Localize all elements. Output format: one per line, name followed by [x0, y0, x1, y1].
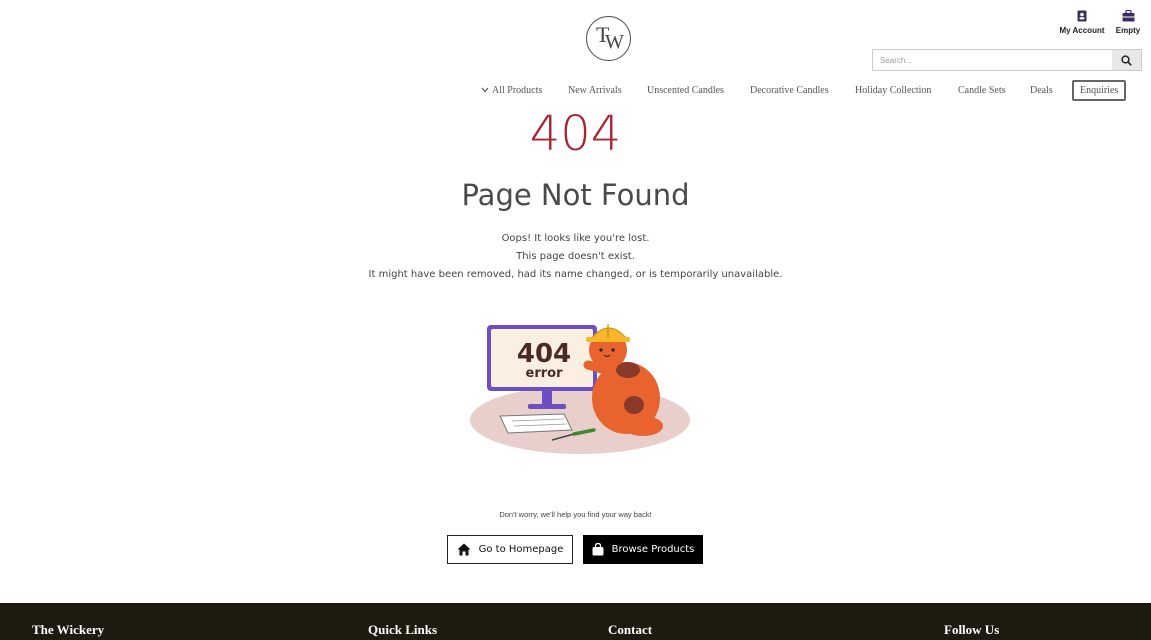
error-message-line-1: Oops! It looks like you're lost.	[501, 233, 650, 244]
cart-label: Empty	[1115, 26, 1141, 35]
search-input[interactable]	[873, 50, 1113, 70]
my-account-link[interactable]: My Account	[1058, 10, 1106, 35]
account-icon	[1077, 10, 1087, 22]
nav-item-new-arrivals[interactable]: New Arrivals	[568, 85, 622, 96]
search-icon	[1121, 54, 1132, 66]
keyboard	[499, 413, 573, 434]
nav-label: All Products	[492, 85, 543, 96]
footer-heading-brand: The Wickery	[32, 622, 105, 637]
footer-heading-contact: Contact	[608, 622, 653, 637]
site-logo[interactable]: T W	[586, 16, 631, 61]
nav-item-candle-sets[interactable]: Candle Sets	[958, 85, 1006, 96]
page-title: Page Not Found	[461, 178, 690, 212]
error-message-line-2: This page doesn't exist.	[516, 251, 635, 262]
briefcase-icon	[1122, 10, 1134, 22]
nav-item-unscented-candles[interactable]: Unscented Candles	[647, 85, 724, 96]
illustration-404-text: 404	[517, 339, 571, 369]
home-button-label: Go to Homepage	[478, 544, 564, 555]
illustration-error-text: error	[526, 366, 564, 381]
site-footer: The Wickery Quick Links Contact Follow U…	[0, 603, 1151, 640]
nav-item-enquiries[interactable]: Enquiries	[1072, 80, 1127, 101]
search-bar	[872, 49, 1142, 71]
browse-button-label: Browse Products	[611, 544, 695, 555]
footer-heading-quick-links: Quick Links	[368, 622, 438, 637]
main-nav: All Products New Arrivals Unscented Cand…	[0, 80, 1151, 101]
logo-letter-w: W	[605, 31, 624, 53]
reassurance-text: Don't worry, we'll help you find your wa…	[499, 510, 652, 519]
error-code: 404	[529, 106, 622, 162]
nav-item-all-products[interactable]: All Products	[481, 85, 542, 96]
cat-404-illustration: 404 error	[470, 324, 690, 454]
browse-products-button[interactable]: Browse Products	[583, 535, 703, 564]
nav-item-holiday-collection[interactable]: Holiday Collection	[855, 85, 931, 96]
footer-heading-follow-us: Follow Us	[944, 622, 1000, 637]
go-to-homepage-button[interactable]: Go to Homepage	[447, 535, 573, 564]
home-icon	[457, 543, 471, 556]
search-button[interactable]	[1112, 50, 1141, 70]
cart-link[interactable]: Empty	[1113, 10, 1143, 35]
error-message-line-3: It might have been removed, had its name…	[368, 269, 783, 280]
nav-item-deals[interactable]: Deals	[1030, 85, 1053, 96]
shopping-bag-icon	[592, 543, 604, 556]
nav-item-decorative-candles[interactable]: Decorative Candles	[750, 85, 829, 96]
account-label: My Account	[1059, 26, 1105, 35]
chevron-down-icon	[481, 87, 489, 93]
